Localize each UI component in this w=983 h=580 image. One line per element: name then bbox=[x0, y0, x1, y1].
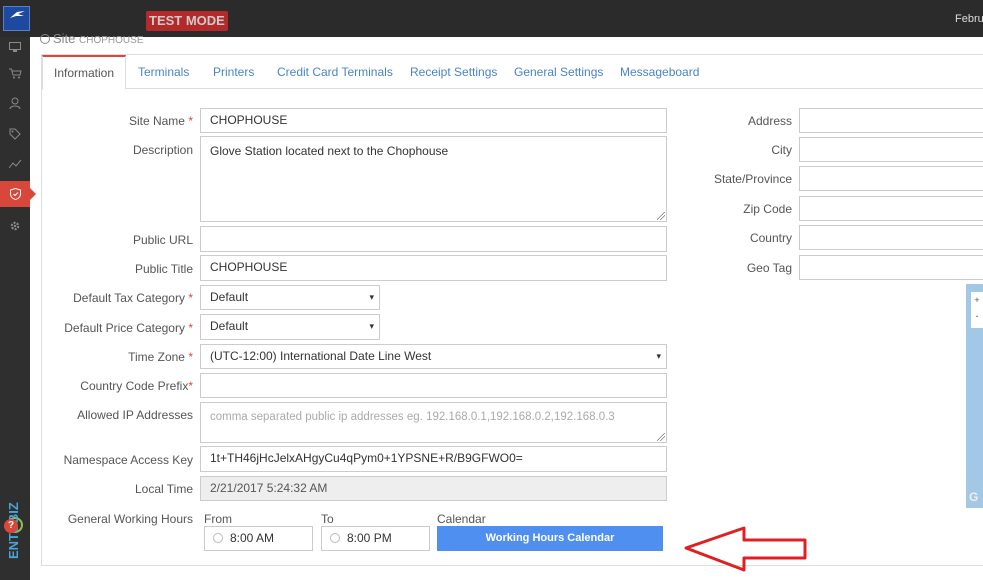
cart-icon[interactable] bbox=[0, 60, 30, 86]
country-input[interactable] bbox=[799, 225, 983, 250]
page-subtitle: CHOPHOUSE bbox=[79, 35, 144, 46]
zoom-in-button[interactable]: + bbox=[974, 295, 979, 305]
time-zone-value: (UTC-12:00) International Date Line West bbox=[210, 349, 432, 363]
working-hours-calendar-button[interactable]: Working Hours Calendar bbox=[437, 526, 663, 551]
top-date: Februa bbox=[955, 13, 983, 25]
resize-grip-icon[interactable] bbox=[657, 212, 665, 220]
description-textarea[interactable]: Glove Station located next to the Chopho… bbox=[200, 136, 667, 222]
zip-input[interactable] bbox=[799, 196, 983, 221]
tab-bar: Information Terminals Printers Credit Ca… bbox=[42, 55, 983, 90]
namespace-key-input[interactable]: 1t+TH46jHcJelxAHgyCu4qPym0+1YPSNE+R/B9GF… bbox=[200, 446, 667, 472]
site-name-label: Site Name * bbox=[128, 114, 193, 128]
price-category-label: Default Price Category * bbox=[64, 321, 193, 335]
top-bar: TEST MODE Februa bbox=[0, 0, 983, 37]
country-label: Country bbox=[749, 231, 792, 245]
description-label: Description bbox=[132, 143, 193, 157]
map-zoom-control[interactable]: + - bbox=[971, 292, 983, 328]
allowed-ip-textarea[interactable]: comma separated public ip addresses eg. … bbox=[200, 402, 667, 443]
tab-terminals[interactable]: Terminals bbox=[138, 55, 189, 89]
site-name-input[interactable]: CHOPHOUSE bbox=[200, 108, 667, 133]
geo-tag-input[interactable] bbox=[799, 255, 983, 280]
allowed-ip-placeholder: comma separated public ip addresses eg. … bbox=[210, 411, 615, 423]
tab-messageboard[interactable]: Messageboard bbox=[620, 55, 699, 89]
zip-label: Zip Code bbox=[743, 202, 792, 216]
namespace-key-label: Namespace Access Key bbox=[63, 453, 193, 467]
tax-category-select[interactable]: Default bbox=[200, 285, 380, 310]
clock-icon bbox=[330, 533, 340, 543]
map-view[interactable]: + - G bbox=[966, 284, 983, 508]
to-time-value: 8:00 PM bbox=[347, 531, 392, 545]
time-zone-select[interactable]: (UTC-12:00) International Date Line West bbox=[200, 344, 667, 369]
mizuno-runbird-icon bbox=[10, 11, 25, 18]
monitor-icon[interactable] bbox=[0, 34, 30, 60]
state-label: State/Province bbox=[713, 172, 792, 186]
allowed-ip-label: Allowed IP Addresses bbox=[77, 408, 193, 422]
geo-tag-label: Geo Tag bbox=[746, 261, 792, 275]
tax-category-value: Default bbox=[210, 290, 249, 304]
description-text: Glove Station located next to the Chopho… bbox=[210, 144, 449, 158]
local-time-field: 2/21/2017 5:24:32 AM bbox=[200, 476, 667, 501]
from-label: From bbox=[204, 512, 232, 526]
public-url-label: Public URL bbox=[132, 233, 193, 247]
page-title: Site CHOPHOUSE bbox=[40, 31, 143, 46]
to-time-input[interactable]: 8:00 PM bbox=[321, 526, 430, 551]
tab-printers[interactable]: Printers bbox=[213, 55, 254, 89]
public-title-input[interactable]: CHOPHOUSE bbox=[200, 255, 667, 281]
tab-information[interactable]: Information bbox=[42, 55, 127, 90]
calendar-label: Calendar bbox=[437, 512, 486, 526]
price-category-select[interactable]: Default bbox=[200, 314, 380, 340]
time-zone-label: Time Zone * bbox=[128, 350, 193, 364]
help-icon[interactable]: ? bbox=[4, 519, 18, 533]
tag-icon[interactable] bbox=[0, 121, 30, 147]
address-label: Address bbox=[747, 114, 792, 128]
shield-icon[interactable] bbox=[0, 181, 36, 207]
tab-credit-card-terminals[interactable]: Credit Card Terminals bbox=[277, 55, 393, 89]
public-url-input[interactable] bbox=[200, 226, 667, 252]
resize-grip-icon[interactable] bbox=[657, 433, 665, 441]
tax-category-label: Default Tax Category * bbox=[73, 291, 193, 305]
test-mode-badge: TEST MODE bbox=[146, 11, 228, 31]
country-code-prefix-label: Country Code Prefix* bbox=[80, 379, 193, 393]
local-time-label: Local Time bbox=[134, 482, 193, 496]
page-title-text: Site bbox=[53, 31, 76, 46]
compass-icon bbox=[40, 34, 50, 44]
to-label: To bbox=[321, 512, 334, 526]
chart-icon[interactable] bbox=[0, 151, 30, 177]
users-icon[interactable] bbox=[0, 90, 30, 116]
working-hours-label: General Working Hours bbox=[67, 512, 193, 526]
city-label: City bbox=[771, 143, 792, 157]
state-input[interactable] bbox=[799, 166, 983, 191]
tab-general-settings[interactable]: General Settings bbox=[514, 55, 603, 89]
tab-receipt-settings[interactable]: Receipt Settings bbox=[410, 55, 497, 89]
from-time-input[interactable]: 8:00 AM bbox=[204, 526, 313, 551]
sidebar: ENTOBIZ ? bbox=[0, 34, 36, 580]
clock-icon bbox=[213, 533, 223, 543]
from-time-value: 8:00 AM bbox=[230, 531, 275, 545]
zoom-out-button[interactable]: - bbox=[976, 311, 979, 321]
map-attribution: G bbox=[969, 490, 979, 504]
country-code-prefix-input[interactable] bbox=[200, 373, 667, 398]
price-category-value: Default bbox=[210, 319, 249, 333]
city-input[interactable] bbox=[799, 137, 983, 162]
red-arrow-annotation bbox=[684, 526, 807, 572]
mizuno-logo[interactable] bbox=[3, 6, 30, 31]
public-title-label: Public Title bbox=[134, 262, 193, 276]
gear-icon[interactable] bbox=[0, 213, 30, 239]
address-input[interactable] bbox=[799, 108, 983, 133]
